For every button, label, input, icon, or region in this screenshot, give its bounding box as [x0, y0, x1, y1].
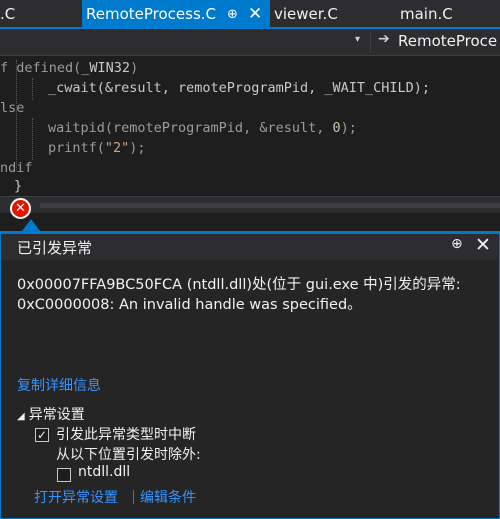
code-line: printf("2");	[48, 140, 146, 156]
code-editor[interactable]: f defined(_WIN32) _cwait(&result, remote…	[0, 56, 500, 196]
code-line: }	[14, 178, 23, 194]
navigation-bar: ▾ ➔ RemoteProce	[0, 29, 500, 56]
indent-guide	[32, 78, 33, 100]
tab-main-c[interactable]: main.C	[400, 0, 490, 29]
scrollbar-track[interactable]	[40, 203, 500, 208]
popup-header: 已引发异常 ⊕ ✕	[1, 234, 499, 260]
collapse-triangle-icon[interactable]: ◢	[17, 411, 25, 422]
divider	[370, 32, 371, 53]
tab-label: viewer.C	[274, 5, 338, 23]
exception-settings-section[interactable]: ◢ 异常设置	[17, 404, 85, 424]
exception-message-line-2: 0xC0000008: An invalid handle was specif…	[17, 297, 362, 313]
tab-partial-c[interactable]: .C	[0, 0, 22, 29]
popup-title: 已引发异常	[17, 239, 93, 257]
code-line: waitpid(remoteProgramPid, &result, 0);	[48, 120, 357, 136]
open-exception-settings-link[interactable]: 打开异常设置	[34, 487, 118, 507]
tab-label: main.C	[400, 5, 453, 23]
tab-label: RemoteProcess.C	[86, 5, 217, 23]
error-icon[interactable]: ✕	[10, 198, 31, 219]
arrow-right-icon: ➔	[378, 31, 390, 47]
link-separator	[133, 490, 134, 504]
code-line: _cwait(&result, remoteProgramPid, _WAIT_…	[48, 80, 431, 96]
tab-viewer-c[interactable]: viewer.C	[274, 0, 364, 29]
chevron-down-icon[interactable]: ▾	[355, 34, 360, 45]
member-dropdown[interactable]: RemoteProce	[398, 32, 497, 50]
break-on-exception-label: 引发此异常类型时中断	[56, 427, 196, 443]
ntdll-exclude-checkbox[interactable]	[57, 468, 71, 482]
code-line: f defined(_WIN32)	[0, 60, 139, 76]
exception-helper-popup: 已引发异常 ⊕ ✕ 0x00007FFA9BC50FCA (ntdll.dll)…	[0, 231, 500, 519]
code-line: ndif	[0, 160, 33, 176]
pin-icon[interactable]: ⊕	[227, 0, 238, 29]
ntdll-module-label: ntdll.dll	[78, 464, 131, 480]
except-from-label: 从以下位置引发时除外:	[56, 447, 201, 463]
close-tab-icon[interactable]: ✕	[248, 0, 262, 29]
tab-label: .C	[0, 5, 16, 23]
tab-remoteprocess-c[interactable]: RemoteProcess.C ⊕ ✕	[82, 0, 270, 29]
close-icon[interactable]: ✕	[475, 234, 491, 256]
edit-conditions-link[interactable]: 编辑条件	[140, 487, 196, 507]
popup-pointer	[22, 219, 40, 231]
pin-icon[interactable]: ⊕	[451, 236, 463, 252]
copy-details-link[interactable]: 复制详细信息	[17, 375, 101, 395]
break-on-exception-checkbox[interactable]: ✓	[35, 428, 49, 442]
exception-message-line-1: 0x00007FFA9BC50FCA (ntdll.dll)处(位于 gui.e…	[17, 277, 461, 293]
document-tab-strip: .C RemoteProcess.C ⊕ ✕ viewer.C main.C	[0, 0, 500, 29]
indent-guide	[32, 118, 33, 160]
code-line: lse	[0, 100, 25, 116]
horizontal-scrollbar[interactable]	[0, 196, 500, 213]
section-label: 异常设置	[28, 407, 85, 423]
